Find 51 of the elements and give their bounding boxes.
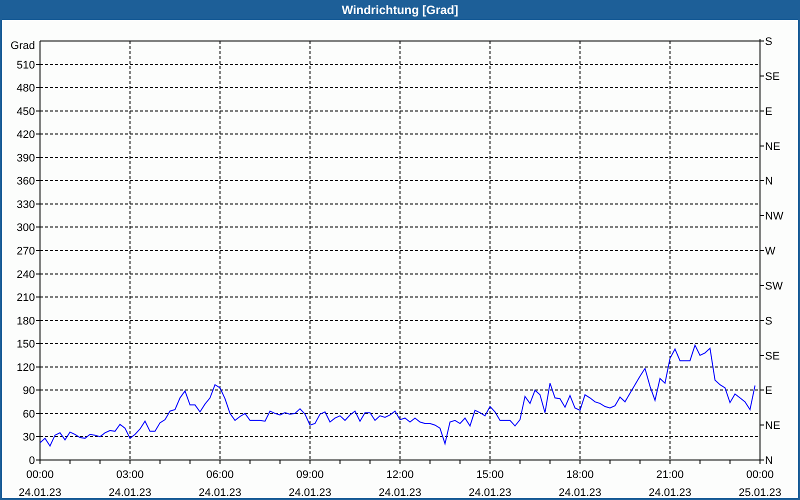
y-tick-label: 420 [16, 129, 35, 142]
x-tick-time: 00:00 [746, 469, 774, 481]
direction-label: W [765, 246, 776, 258]
x-tick-date: 24.01.23 [198, 487, 242, 498]
x-tick-date: 24.01.23 [558, 487, 602, 498]
direction-label: SW [765, 280, 783, 292]
y-tick-label: 210 [16, 292, 35, 304]
y-tick-label: 240 [16, 268, 35, 281]
y-tick-label: 510 [16, 59, 35, 72]
direction-label: S [765, 36, 772, 48]
direction-label: SE [765, 70, 780, 83]
direction-label: N [765, 455, 773, 467]
direction-label: S [765, 315, 772, 328]
direction-label: NE [765, 140, 780, 153]
direction-label: E [765, 106, 772, 118]
x-tick-time: 03:00 [116, 469, 144, 481]
y-tick-label: 330 [16, 198, 35, 211]
direction-label: E [765, 385, 772, 398]
x-tick-time: 09:00 [296, 469, 324, 481]
x-tick-time: 18:00 [566, 469, 594, 481]
direction-label: NW [765, 210, 784, 223]
y-tick-label: 120 [16, 362, 35, 374]
direction-label: N [765, 176, 773, 188]
x-tick-date: 25.01.23 [738, 487, 782, 498]
direction-label: NE [765, 420, 780, 432]
y-tick-label: 300 [16, 222, 35, 234]
y-tick-label: 150 [16, 338, 35, 351]
x-tick-time: 06:00 [206, 469, 234, 481]
y-tick-label: 360 [16, 176, 35, 188]
y-tick-label: 270 [16, 246, 35, 258]
y-axis-title: Grad [10, 40, 35, 52]
y-tick-label: 390 [16, 152, 35, 164]
y-tick-label: 0 [28, 455, 35, 467]
x-tick-time: 00:00 [26, 469, 54, 481]
y-tick-label: 30 [22, 432, 35, 444]
x-tick-time: 21:00 [656, 469, 684, 481]
direction-label: SE [765, 350, 780, 362]
y-tick-label: 180 [16, 315, 35, 328]
y-tick-label: 90 [22, 385, 35, 398]
x-tick-time: 12:00 [386, 469, 414, 481]
x-tick-date: 24.01.23 [648, 487, 692, 498]
x-tick-date: 24.01.23 [288, 487, 332, 498]
window-title: Windrichtung [Grad] [342, 2, 458, 19]
y-tick-label: 450 [16, 106, 35, 118]
x-tick-time: 15:00 [476, 469, 504, 481]
x-tick-date: 24.01.23 [468, 487, 512, 498]
y-tick-label: 60 [22, 408, 35, 420]
x-tick-date: 24.01.23 [108, 487, 152, 498]
x-tick-date: 24.01.23 [378, 487, 422, 498]
x-tick-date: 24.01.23 [18, 487, 62, 498]
y-tick-label: 480 [16, 82, 35, 95]
